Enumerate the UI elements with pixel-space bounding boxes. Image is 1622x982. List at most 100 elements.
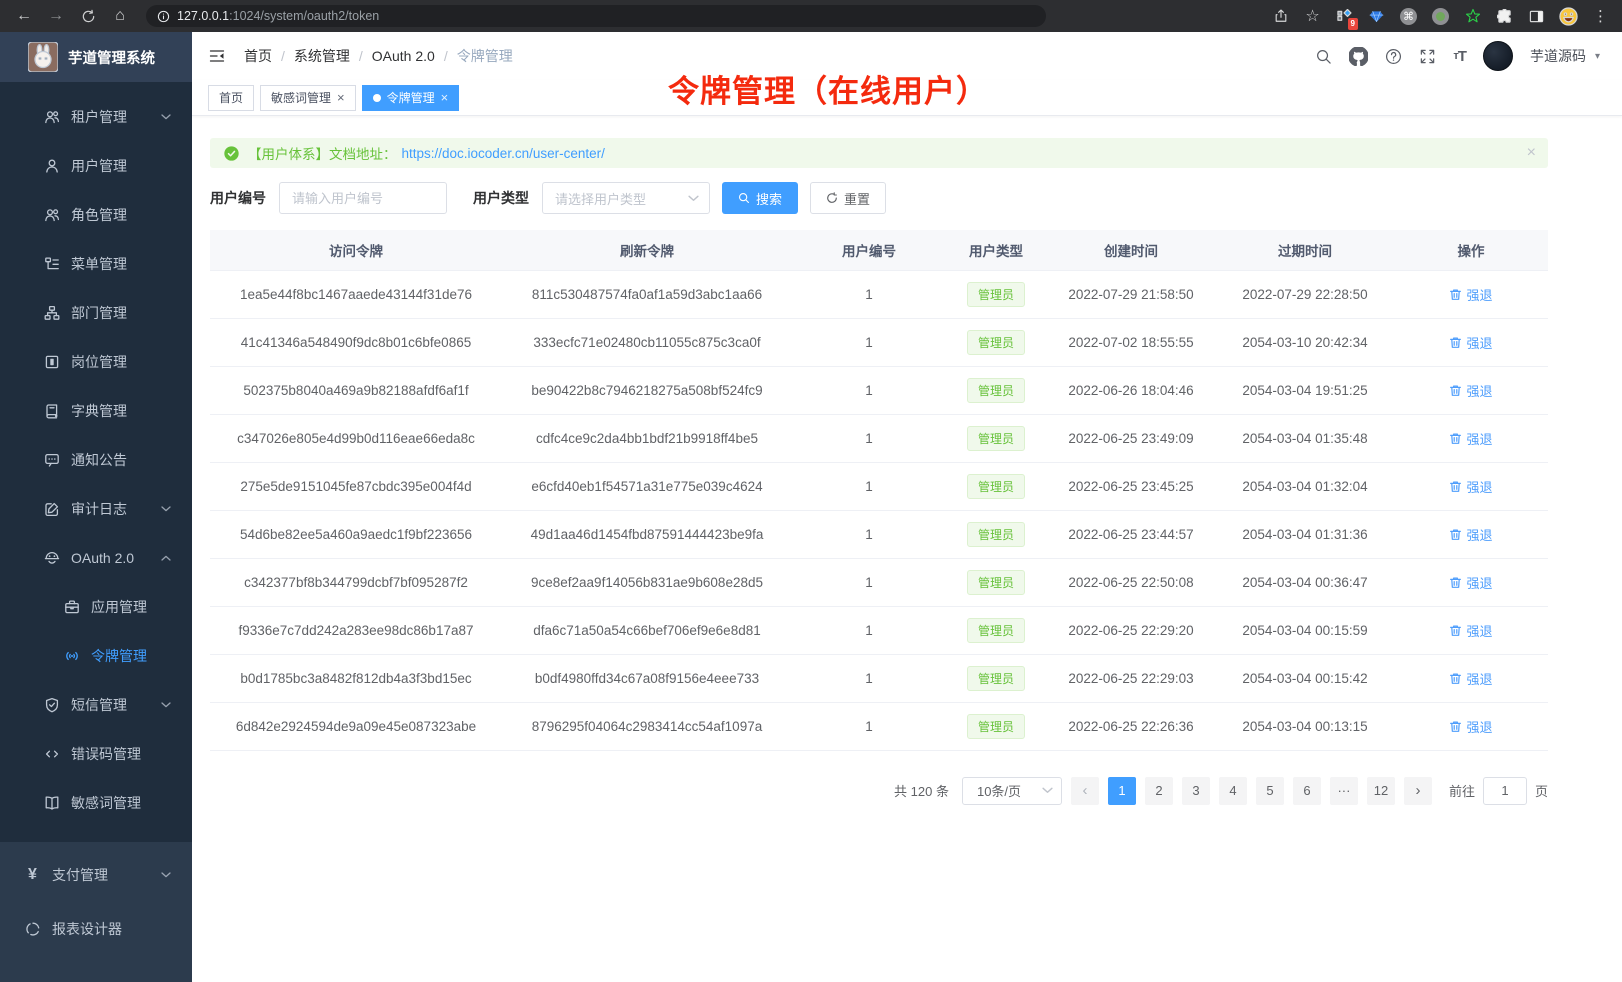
browser-forward-button[interactable]: → xyxy=(44,4,68,28)
expire-time-cell: 2054-03-10 20:42:34 xyxy=(1216,318,1394,366)
browser-back-button[interactable]: ← xyxy=(12,4,36,28)
goto-page-input[interactable] xyxy=(1483,777,1527,805)
extension-green-star-icon[interactable] xyxy=(1463,7,1482,26)
share-icon[interactable] xyxy=(1271,7,1290,26)
help-icon[interactable] xyxy=(1385,48,1402,65)
browser-reload-button[interactable] xyxy=(76,4,100,28)
prev-page-button[interactable]: ‹ xyxy=(1071,777,1099,805)
avatar[interactable] xyxy=(1483,41,1513,71)
side-panel-icon[interactable] xyxy=(1527,7,1546,26)
tab-敏感词管理[interactable]: 敏感词管理× xyxy=(260,85,356,111)
force-logout-button[interactable]: 强退 xyxy=(1449,381,1492,400)
expire-time-cell: 2054-03-04 00:15:42 xyxy=(1216,654,1394,702)
expire-time-cell: 2054-03-04 01:31:36 xyxy=(1216,510,1394,558)
github-icon[interactable] xyxy=(1349,47,1368,66)
sidebar-item-tenant[interactable]: 租户管理 xyxy=(0,92,192,141)
sidebar-item-report[interactable]: 报表设计器 xyxy=(0,902,192,956)
force-logout-button[interactable]: 强退 xyxy=(1449,669,1492,688)
page-button-12[interactable]: 12 xyxy=(1367,777,1395,805)
force-logout-button[interactable]: 强退 xyxy=(1449,285,1492,304)
sidebar-item-post[interactable]: 岗位管理 xyxy=(0,337,192,386)
search-button[interactable]: 搜索 xyxy=(722,182,798,214)
sidebar-item-dept[interactable]: 部门管理 xyxy=(0,288,192,337)
page-button-5[interactable]: 5 xyxy=(1256,777,1284,805)
extension-gem-icon[interactable] xyxy=(1367,7,1386,26)
doc-link[interactable]: https://doc.iocoder.cn/user-center/ xyxy=(402,146,605,161)
breadcrumb-item[interactable]: 首页 xyxy=(244,46,272,66)
sidebar-item-label: 应用管理 xyxy=(91,597,147,617)
next-page-button[interactable]: › xyxy=(1404,777,1432,805)
tenant-icon xyxy=(43,109,60,125)
page-button-6[interactable]: 6 xyxy=(1293,777,1321,805)
bookmark-star-icon[interactable]: ☆ xyxy=(1303,7,1322,26)
breadcrumb-item[interactable]: 令牌管理 xyxy=(457,46,513,66)
force-logout-button[interactable]: 强退 xyxy=(1449,573,1492,592)
page-size-select[interactable]: 10条/页 xyxy=(962,777,1062,805)
page-button-3[interactable]: 3 xyxy=(1182,777,1210,805)
page-button-4[interactable]: 4 xyxy=(1219,777,1247,805)
sidebar-item-pay[interactable]: ¥支付管理 xyxy=(0,848,192,902)
profile-emoji-icon[interactable] xyxy=(1559,7,1578,26)
success-check-icon xyxy=(224,146,239,161)
sidebar-item-oauth2[interactable]: OAuth 2.0 xyxy=(0,533,192,582)
site-info-icon[interactable] xyxy=(157,10,170,23)
force-logout-button[interactable]: 强退 xyxy=(1449,525,1492,544)
user-type-select[interactable]: 请选择用户类型 xyxy=(542,182,710,214)
font-size-icon[interactable]: тT xyxy=(1453,48,1466,65)
address-bar[interactable]: 127.0.0.1:1024/system/oauth2/token xyxy=(146,5,1046,27)
sidebar-item-dict[interactable]: 字典管理 xyxy=(0,386,192,435)
force-logout-label: 强退 xyxy=(1466,669,1492,688)
breadcrumb-item[interactable]: OAuth 2.0 xyxy=(372,48,435,64)
tab-close-icon[interactable]: × xyxy=(441,91,449,104)
alert-close-icon[interactable]: × xyxy=(1527,144,1536,162)
refresh-token-cell: e6cfd40eb1f54571a31e775e039c4624 xyxy=(502,462,792,510)
chevron-down-icon xyxy=(1042,787,1053,794)
extension-command-icon[interactable]: ⌘ xyxy=(1399,7,1418,26)
extension-record-icon[interactable] xyxy=(1431,7,1450,26)
force-logout-button[interactable]: 强退 xyxy=(1449,621,1492,640)
sidebar-item-sensitive[interactable]: 敏感词管理 xyxy=(0,778,192,827)
page-button-1[interactable]: 1 xyxy=(1108,777,1136,805)
user-id-cell: 1 xyxy=(792,510,946,558)
search-icon[interactable] xyxy=(1315,48,1332,65)
refresh-token-cell: 8796295f04064c2983414cc54af1097a xyxy=(502,702,792,750)
action-cell: 强退 xyxy=(1394,558,1548,606)
page-button-2[interactable]: 2 xyxy=(1145,777,1173,805)
sidebar-item-role[interactable]: 角色管理 xyxy=(0,190,192,239)
refresh-token-cell: 811c530487574fa0af1a59d3abc1aa66 xyxy=(502,270,792,318)
browser-home-button[interactable]: ⌂ xyxy=(108,4,132,28)
sidebar-fold-icon[interactable] xyxy=(208,47,226,65)
sidebar-item-menu[interactable]: 菜单管理 xyxy=(0,239,192,288)
user-id-input[interactable] xyxy=(279,182,447,214)
chevron-down-icon xyxy=(161,506,171,512)
tab-close-icon[interactable]: × xyxy=(337,91,345,104)
sidebar-item-oauth2-token[interactable]: 令牌管理 xyxy=(0,631,192,680)
tab-首页[interactable]: 首页 xyxy=(208,85,254,111)
chevron-down-icon[interactable]: ▾ xyxy=(1595,51,1600,62)
reset-button[interactable]: 重置 xyxy=(810,182,886,214)
force-logout-button[interactable]: 强退 xyxy=(1449,333,1492,352)
app-logo[interactable]: 芋道管理系统 xyxy=(0,32,192,82)
sidebar-item-audit[interactable]: 审计日志 xyxy=(0,484,192,533)
user-name[interactable]: 芋道源码 xyxy=(1530,46,1586,66)
user-type-cell: 管理员 xyxy=(946,654,1046,702)
tab-令牌管理[interactable]: 令牌管理× xyxy=(362,85,460,111)
extension-blue-diamond-icon[interactable]: 9 xyxy=(1335,7,1354,26)
browser-menu-icon[interactable]: ⋮ xyxy=(1591,7,1610,26)
page-ellipsis-button[interactable]: ··· xyxy=(1330,777,1358,805)
page-unit-label: 页 xyxy=(1535,781,1548,800)
created-time-cell: 2022-06-25 22:29:03 xyxy=(1046,654,1216,702)
sidebar-item-errcode[interactable]: 错误码管理 xyxy=(0,729,192,778)
sidebar-item-sms[interactable]: 短信管理 xyxy=(0,680,192,729)
sensitive-icon xyxy=(43,795,60,811)
force-logout-button[interactable]: 强退 xyxy=(1449,429,1492,448)
breadcrumb-item[interactable]: 系统管理 xyxy=(294,46,350,66)
sidebar-item-notice[interactable]: 通知公告 xyxy=(0,435,192,484)
sidebar-item-oauth2-app[interactable]: 应用管理 xyxy=(0,582,192,631)
sidebar-item-user[interactable]: 用户管理 xyxy=(0,141,192,190)
extensions-puzzle-icon[interactable] xyxy=(1495,7,1514,26)
audit-icon xyxy=(43,501,60,517)
force-logout-button[interactable]: 强退 xyxy=(1449,717,1492,736)
fullscreen-icon[interactable] xyxy=(1419,48,1436,65)
force-logout-button[interactable]: 强退 xyxy=(1449,477,1492,496)
